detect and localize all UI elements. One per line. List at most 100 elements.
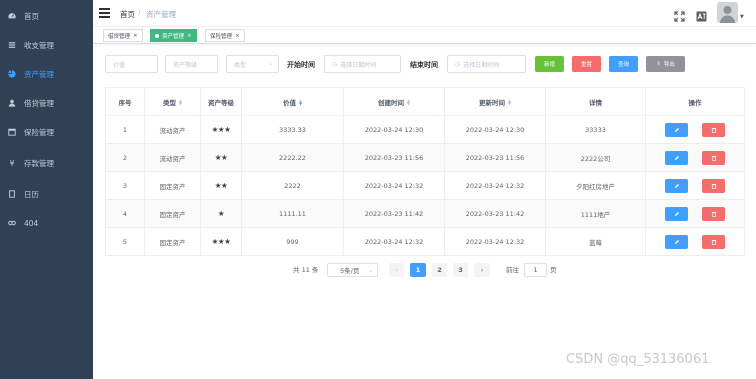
sidebar-item-label: 日历 — [24, 189, 39, 199]
delete-button[interactable] — [702, 234, 725, 249]
download-icon: ⇩ — [656, 61, 661, 67]
export-button[interactable]: ⇩ 导出 — [646, 56, 685, 72]
next-page-button[interactable]: › — [474, 263, 490, 277]
cell-value: 2222.22 — [242, 144, 344, 171]
cell-actions — [646, 172, 744, 199]
sidebar-item-calendar[interactable]: 日历 — [0, 183, 93, 205]
add-button[interactable]: 新增 — [535, 56, 564, 72]
star-rating: ★★★ — [201, 228, 242, 255]
header-updated[interactable]: 更新时间 ▲ ▼ — [445, 88, 546, 115]
value-input[interactable]: 价值 — [105, 55, 158, 73]
start-time-placeholder: 选择日期时间 — [340, 61, 377, 69]
hamburger-icon[interactable] — [99, 8, 110, 18]
edit-button[interactable] — [665, 122, 688, 137]
header-type[interactable]: 类型 ▲ ▼ — [145, 88, 201, 115]
sidebar-item-home[interactable]: 首页 — [0, 5, 93, 27]
table-row: 5 固定资产 ★★★ 999 2022-03-24 12:32 2022-03-… — [106, 228, 744, 256]
edit-icon — [674, 155, 679, 160]
goto-page-input[interactable]: 1 — [524, 263, 547, 277]
edit-button[interactable] — [665, 150, 688, 165]
table-row: 2 流动资产 ★★ 2222.22 2022-03-23 11:56 2022-… — [106, 144, 744, 172]
header-updated-label: 更新时间 — [478, 98, 505, 107]
cell-value: 999 — [242, 228, 344, 255]
cell-type: 固定资产 — [145, 228, 201, 255]
tag-assets[interactable]: 资产管理 × — [150, 29, 197, 42]
delete-button[interactable] — [702, 122, 725, 137]
end-time-picker[interactable]: ◷ 选择日期时间 — [447, 55, 526, 73]
avatar[interactable] — [717, 2, 738, 23]
close-icon[interactable]: × — [235, 33, 240, 39]
fullscreen-icon[interactable] — [674, 7, 685, 22]
delete-button[interactable] — [702, 178, 725, 193]
list-icon — [8, 41, 16, 49]
edit-button[interactable] — [665, 234, 688, 249]
end-time-label: 结束时间 — [410, 61, 438, 69]
clock-icon: ◷ — [455, 60, 461, 68]
trash-icon — [711, 183, 716, 189]
delete-button[interactable] — [702, 206, 725, 221]
tag-label: 资产管理 — [162, 33, 185, 40]
table-row: 4 固定资产 ★ 1111.11 2022-03-23 11:42 2022-0… — [106, 200, 744, 228]
edit-button[interactable] — [665, 178, 688, 193]
breadcrumb-home[interactable]: 首页 — [120, 9, 135, 20]
cell-created: 2022-03-23 11:42 — [344, 200, 445, 227]
cell-created: 2022-03-23 11:56 — [344, 144, 445, 171]
table-header-row: 序号 类型 ▲ ▼ 资产等级 价值 ▲ ▼ 创建时间 ▲ ▼ 更新时间 ▲ ▼ 详情 操… — [106, 88, 744, 116]
reset-button[interactable]: 重置 — [572, 56, 601, 72]
error-icon — [8, 219, 16, 227]
start-time-picker[interactable]: ◷ 选择日期时间 — [324, 55, 401, 73]
cell-index: 5 — [106, 228, 145, 255]
cell-index: 1 — [106, 116, 145, 143]
caret-down-icon[interactable]: ▼ — [740, 14, 744, 20]
asset-level-input[interactable]: 资产等级 — [165, 55, 218, 73]
header-value[interactable]: 价值 ▲ ▼ — [242, 88, 344, 115]
sort-icon[interactable]: ▲ ▼ — [508, 98, 511, 105]
cell-type: 流动资产 — [145, 116, 201, 143]
cell-actions — [646, 228, 744, 255]
close-icon[interactable]: × — [133, 33, 138, 39]
goto-label: 前往 — [506, 266, 519, 274]
close-icon[interactable]: × — [187, 33, 192, 39]
sidebar-item-insurance[interactable]: 保险管理 — [0, 121, 93, 143]
page-button-3[interactable]: 3 — [453, 263, 468, 277]
user-icon — [8, 99, 16, 107]
header-created[interactable]: 创建时间 ▲ ▼ — [344, 88, 445, 115]
breadcrumb-current: 资产管理 — [146, 10, 176, 19]
sort-icon[interactable]: ▲ ▼ — [299, 98, 302, 105]
sidebar-item-loans[interactable]: 借贷管理 — [0, 92, 93, 114]
translate-icon[interactable] — [696, 7, 707, 22]
header-created-label: 创建时间 — [377, 98, 404, 107]
cell-detail: 1111地产 — [546, 200, 646, 227]
cell-updated: 2022-03-24 12:30 — [445, 116, 546, 143]
sidebar-item-income[interactable]: 收支管理 — [0, 34, 93, 56]
type-select[interactable]: 类型 ⌄ — [226, 55, 279, 73]
edit-icon — [674, 127, 679, 132]
delete-button[interactable] — [702, 150, 725, 165]
cell-actions — [646, 200, 744, 227]
query-button[interactable]: 查询 — [609, 56, 638, 72]
sort-icon[interactable]: ▲ ▼ — [407, 98, 410, 105]
page-button-2[interactable]: 2 — [432, 263, 447, 277]
tag-label: 保险管理 — [210, 33, 233, 40]
sidebar-item-deposits[interactable]: ¥ 存款管理 — [0, 152, 93, 174]
cell-detail: 蓝莓 — [546, 228, 646, 255]
prev-page-button[interactable]: ‹ — [389, 263, 404, 277]
header-actions: 操作 — [688, 98, 702, 107]
trash-icon — [711, 239, 716, 245]
tags-view: 借贷管理 × 资产管理 × 保险管理 × — [93, 27, 756, 44]
cell-type: 固定资产 — [145, 200, 201, 227]
sidebar-item-404[interactable]: 404 — [0, 212, 93, 234]
star-rating: ★★ — [201, 144, 242, 171]
trash-icon — [711, 211, 716, 217]
tag-insurance[interactable]: 保险管理 × — [205, 29, 245, 42]
sidebar-item-assets[interactable]: 资产管理 — [0, 63, 93, 85]
edit-button[interactable] — [665, 206, 688, 221]
trash-icon — [711, 127, 716, 133]
page-size-select[interactable]: 5条/页 ⌄ — [327, 263, 378, 277]
trash-icon — [711, 155, 716, 161]
cell-created: 2022-03-24 12:32 — [344, 228, 445, 255]
tag-loans[interactable]: 借贷管理 × — [103, 29, 143, 42]
sort-icon[interactable]: ▲ ▼ — [179, 98, 182, 105]
page-button-1[interactable]: 1 — [410, 263, 426, 277]
cell-created: 2022-03-24 12:30 — [344, 116, 445, 143]
